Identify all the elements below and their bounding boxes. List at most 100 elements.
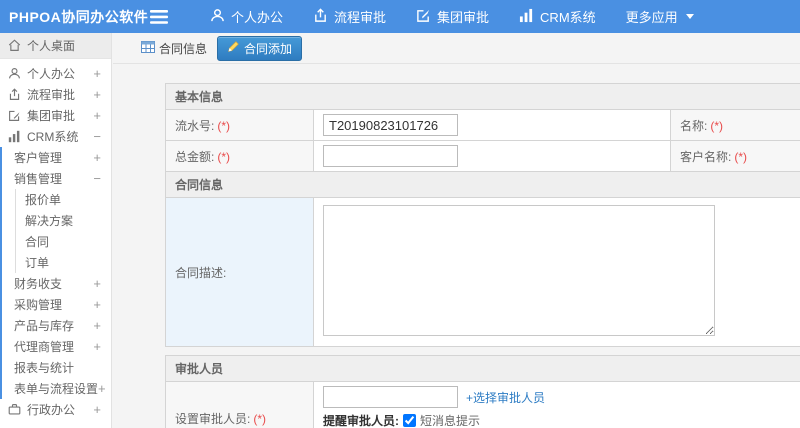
sidebar-item-group-approval[interactable]: 集团审批 + <box>0 105 111 126</box>
topnav-personal-office[interactable]: 个人办公 <box>210 7 283 26</box>
sales-submenu: 报价单 解决方案 合同 订单 <box>15 189 111 273</box>
sidebar-item-admin-office[interactable]: 行政办公 + <box>0 399 111 420</box>
tab-label: 合同添加 <box>244 41 293 56</box>
expand-plus-icon: + <box>93 276 101 291</box>
field-label: 设置审批人员: <box>175 411 251 426</box>
sidebar-item-form-flow-settings[interactable]: 表单与流程设置 + <box>2 378 111 399</box>
topnav-group-approval[interactable]: 集团审批 <box>416 7 489 26</box>
sidebar-item-purchase[interactable]: 采购管理 + <box>2 294 111 315</box>
sidebar-item-personal-office[interactable]: 个人办公 + <box>0 63 111 84</box>
topnav-more-apps[interactable]: 更多应用 <box>626 7 694 26</box>
sidebar-item-finance[interactable]: 财务收支 + <box>2 273 111 294</box>
contract-desc-value-cell <box>312 197 800 347</box>
tab-contract-add[interactable]: 合同添加 <box>217 35 303 61</box>
required-mark: (*) <box>253 411 267 426</box>
caret-down-icon <box>685 14 694 19</box>
home-icon <box>8 39 21 52</box>
app-logo: PHPOA协同办公软件 <box>9 8 149 25</box>
collapse-minus-icon: − <box>93 171 101 186</box>
name-label-cell: 名称: (*) <box>670 109 800 141</box>
nav-label: 流程审批 <box>334 10 387 25</box>
collapse-minus-icon: − <box>93 129 101 144</box>
sidebar-item-customer-mgmt[interactable]: 客户管理 + <box>2 147 111 168</box>
approver-input[interactable] <box>323 386 458 408</box>
contract-desc-label-cell: 合同描述: <box>165 197 314 347</box>
sidebar-item-reports[interactable]: 报表与统计 <box>2 357 111 378</box>
table-icon <box>141 40 155 56</box>
section-header-contract-info: 合同信息 <box>164 171 800 198</box>
nav-label: CRM系统 <box>540 10 596 25</box>
choose-approver-link[interactable]: +选择审批人员 <box>466 389 545 406</box>
edit-pencil-icon <box>227 40 240 56</box>
sidebar-item-quotation[interactable]: 报价单 <box>16 189 111 210</box>
required-mark: (*) <box>217 149 231 164</box>
field-label: 名称: <box>680 118 708 133</box>
sidebar-item-desktop[interactable]: 个人桌面 <box>0 33 111 59</box>
set-approver-label-cell: 设置审批人员: (*) <box>165 381 314 428</box>
sms-reminder-checkbox[interactable] <box>403 414 416 427</box>
expand-plus-icon: + <box>93 87 101 102</box>
user-icon <box>210 8 225 26</box>
sidebar-item-label: 合同 <box>25 235 50 249</box>
amount-input[interactable] <box>323 145 458 167</box>
expand-plus-icon: + <box>93 66 101 81</box>
sidebar-item-order[interactable]: 订单 <box>16 252 111 273</box>
sidebar-item-sales-mgmt[interactable]: 销售管理 − <box>2 168 111 189</box>
compose-icon <box>416 8 431 26</box>
sidebar: 个人桌面 个人办公 + 流程审批 + 集团审批 + CRM系统 − 客户管理 + <box>0 33 112 428</box>
expand-plus-icon: + <box>93 297 101 312</box>
sidebar-item-label: 财务收支 <box>14 277 63 291</box>
tab-contract-info[interactable]: 合同信息 <box>141 40 207 57</box>
bar-chart-icon <box>519 8 534 26</box>
sidebar-item-label: 报价单 <box>25 193 62 207</box>
expand-plus-icon: + <box>93 318 101 333</box>
sidebar-item-label: CRM系统 <box>27 130 79 144</box>
amount-value-cell <box>313 140 671 172</box>
field-label: 合同描述: <box>175 265 227 280</box>
user-icon <box>8 67 21 80</box>
crm-submenu: 客户管理 + 销售管理 − 报价单 解决方案 合同 订单 财务收支 + 采购管理… <box>0 147 111 399</box>
contract-desc-textarea[interactable] <box>323 205 715 336</box>
required-mark: (*) <box>710 118 724 133</box>
field-label: 流水号: <box>175 118 215 133</box>
sidebar-item-label: 订单 <box>25 256 50 270</box>
section-header-approver: 审批人员 <box>164 355 800 382</box>
tab-label: 合同信息 <box>159 41 208 56</box>
sidebar-item-label: 代理商管理 <box>14 340 75 354</box>
section-header-basic-info: 基本信息 <box>164 83 800 110</box>
topnav-flow-approval[interactable]: 流程审批 <box>313 7 386 26</box>
serial-number-label-cell: 流水号: (*) <box>165 109 314 141</box>
sidebar-item-label: 集团审批 <box>27 109 76 123</box>
topnav: 个人办公 流程审批 集团审批 CRM系统 更多应用 <box>210 7 694 26</box>
sidebar-item-crm[interactable]: CRM系统 − <box>0 126 111 147</box>
nav-label: 个人办公 <box>231 10 284 25</box>
expand-plus-icon: + <box>93 108 101 123</box>
contract-form-table: 基本信息 流水号:(*) 名称:(*) 总金额:(*) <box>164 83 800 347</box>
nav-label: 更多应用 <box>625 10 678 25</box>
sidebar-item-label: 解决方案 <box>25 214 74 228</box>
required-mark: (*) <box>217 118 231 133</box>
set-approver-value-cell: +选择审批人员 提醒审批人员: 短消息提示 注：流程第一步审批人员，这里选择你的… <box>312 381 800 428</box>
sms-reminder-label: 短消息提示 <box>420 414 481 428</box>
sidebar-item-label: 报表与统计 <box>14 361 75 375</box>
sidebar-item-solution[interactable]: 解决方案 <box>16 210 111 231</box>
expand-plus-icon: + <box>93 402 101 417</box>
sidebar-item-product-inventory[interactable]: 产品与库存 + <box>2 315 111 336</box>
topbar: PHPOA协同办公软件 个人办公 流程审批 集团审批 CRM系统 更多应用 <box>0 0 800 33</box>
topnav-crm[interactable]: CRM系统 <box>519 7 596 26</box>
sidebar-item-label: 个人桌面 <box>27 39 76 53</box>
approver-form-table: 审批人员 设置审批人员:(*) +选择审批人员 提醒审批人员: 短消息提示 注： <box>164 355 800 428</box>
sidebar-item-contract[interactable]: 合同 <box>16 231 111 252</box>
amount-label-cell: 总金额: (*) <box>165 140 314 172</box>
sidebar-item-label: 产品与库存 <box>14 319 75 333</box>
sidebar-item-agent-mgmt[interactable]: 代理商管理 + <box>2 336 111 357</box>
sidebar-item-label: 客户管理 <box>14 151 63 165</box>
flow-approval-icon <box>8 88 21 101</box>
hamburger-menu-icon[interactable] <box>150 9 168 24</box>
sidebar-item-label: 流程审批 <box>27 88 76 102</box>
serial-number-input[interactable] <box>323 114 458 136</box>
compose-icon <box>8 109 21 122</box>
sidebar-item-flow-approval[interactable]: 流程审批 + <box>0 84 111 105</box>
expand-plus-icon: + <box>93 150 101 165</box>
sidebar-item-label: 个人办公 <box>27 67 76 81</box>
